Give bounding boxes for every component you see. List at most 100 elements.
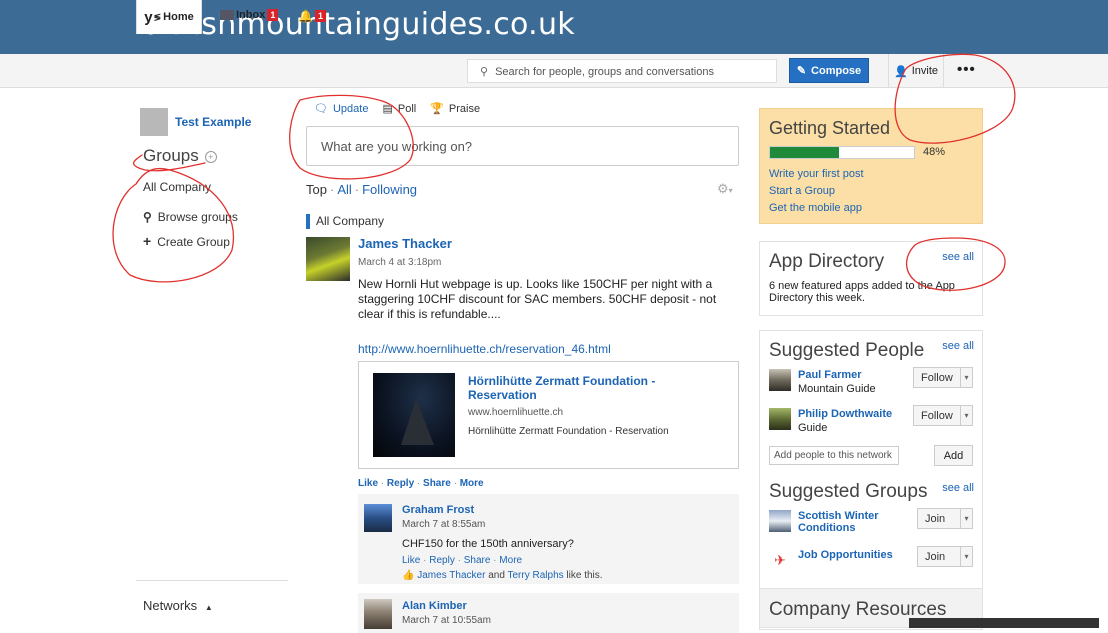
bell-icon: 🔔 <box>298 9 313 23</box>
nav-notifications[interactable]: 🔔 1 <box>298 9 326 23</box>
more-action[interactable]: More <box>460 478 484 489</box>
reply-action[interactable]: Reply <box>387 478 414 489</box>
liker-link[interactable]: Terry Ralphs <box>508 570 564 581</box>
follow-button[interactable]: Follow ▾ <box>913 367 973 388</box>
job-opportunities-icon[interactable]: ✈ <box>769 549 791 571</box>
groups-heading: Groups + <box>143 146 217 166</box>
tab-update[interactable]: 🗨 Update <box>314 102 369 116</box>
group-name[interactable]: Job Opportunities <box>798 549 893 561</box>
user-name-link[interactable]: Test Example <box>175 115 251 129</box>
reply-author-avatar[interactable] <box>364 504 392 532</box>
join-button[interactable]: Join ▾ <box>917 508 973 529</box>
follow-button[interactable]: Follow ▾ <box>913 405 973 426</box>
more-menu-button[interactable]: ••• <box>957 61 976 78</box>
like-action[interactable]: Like <box>358 478 378 489</box>
inbox-badge: 1 <box>267 9 279 21</box>
share-action[interactable]: Share <box>423 478 451 489</box>
caret-up-icon: ▲ <box>204 603 213 612</box>
reply-reply-action[interactable]: Reply <box>429 555 455 566</box>
app-directory-card: App Directory see all 6 new featured app… <box>759 241 983 316</box>
poll-icon: ▤ <box>382 103 393 115</box>
write-first-post-link[interactable]: Write your first post <box>769 168 864 180</box>
reply-author-name[interactable]: Graham Frost <box>402 504 474 516</box>
nav-home[interactable]: y ≶ Home <box>136 0 202 34</box>
reply-body: CHF150 for the 150th anniversary? <box>402 538 574 550</box>
person-avatar[interactable] <box>769 408 791 430</box>
suggested-people-see-all[interactable]: see all <box>942 340 974 352</box>
add-people-input[interactable]: Add people to this network <box>769 446 899 465</box>
person-name[interactable]: Philip Dowthwaite <box>798 408 892 420</box>
likes-suffix: like this. <box>566 570 603 581</box>
search-input[interactable]: ⚲ Search for people, groups and conversat… <box>467 59 777 83</box>
chevron-down-icon[interactable]: ▾ <box>960 368 972 387</box>
reply-author-avatar[interactable] <box>364 599 392 629</box>
app-directory-see-all[interactable]: see all <box>942 251 974 263</box>
post-timestamp[interactable]: March 4 at 3:18pm <box>358 257 441 268</box>
networks-toggle[interactable]: Networks ▲ <box>143 598 213 613</box>
reply-more-action[interactable]: More <box>499 555 522 566</box>
join-label: Join <box>925 550 946 563</box>
post-body: New Hornli Hut webpage is up. Looks like… <box>358 277 717 321</box>
sidebar-divider <box>136 580 288 581</box>
post-link[interactable]: http://www.hoernlihuette.ch/reservation_… <box>358 342 611 356</box>
filter-top[interactable]: Top <box>306 182 327 197</box>
reply-author-name[interactable]: Alan Kimber <box>402 600 467 612</box>
post-composer-input[interactable]: What are you working on? <box>306 126 739 166</box>
reply-share-action[interactable]: Share <box>464 555 491 566</box>
filter-all[interactable]: All <box>337 182 351 197</box>
add-people-button[interactable]: Add <box>934 445 973 466</box>
nav-inbox[interactable]: Inbox 1 <box>220 9 279 21</box>
compose-icon: ✎ <box>796 65 807 77</box>
site-title: britishmountainguides.co.uk <box>140 7 575 42</box>
suggested-groups-see-all[interactable]: see all <box>942 482 974 494</box>
plus-icon: + <box>143 233 152 249</box>
feed-settings-gear-icon[interactable]: ⚙▾ <box>717 181 733 197</box>
user-avatar[interactable] <box>140 108 168 136</box>
tab-praise[interactable]: 🏆 Praise <box>430 102 480 116</box>
chevron-down-icon[interactable]: ▾ <box>960 547 972 566</box>
reply-timestamp[interactable]: March 7 at 10:55am <box>402 615 491 626</box>
liker-link[interactable]: James Thacker <box>417 570 485 581</box>
post-author-avatar[interactable] <box>306 237 350 281</box>
filter-following[interactable]: Following <box>362 182 417 197</box>
likes-and: and <box>488 570 505 581</box>
speech-bubble-icon: 🗨 <box>314 103 328 115</box>
nav-home-label: Home <box>163 11 194 23</box>
link-preview-card[interactable]: Hörnlihütte Zermatt Foundation - Reserva… <box>358 361 739 469</box>
chevron-down-icon[interactable]: ▾ <box>960 406 972 425</box>
search-placeholder: Search for people, groups and conversati… <box>495 66 714 78</box>
person-name[interactable]: Paul Farmer <box>798 369 862 381</box>
suggested-groups-title: Suggested Groups <box>769 481 928 502</box>
get-mobile-app-link[interactable]: Get the mobile app <box>769 202 862 214</box>
link-preview-description: Hörnlihütte Zermatt Foundation - Reserva… <box>468 426 669 437</box>
create-group-link[interactable]: + Create Group <box>143 233 230 249</box>
thumbs-up-icon: 👍 <box>402 570 415 581</box>
tab-update-label: Update <box>332 102 369 115</box>
group-avatar[interactable] <box>769 510 791 532</box>
person-avatar[interactable] <box>769 369 791 391</box>
suggested-people-card: Suggested People see all Paul Farmer Mou… <box>759 330 983 630</box>
sidebar-item-all-company[interactable]: All Company <box>143 180 211 194</box>
follow-label: Follow <box>921 371 953 384</box>
join-button[interactable]: Join ▾ <box>917 546 973 567</box>
tab-poll-label: Poll <box>397 102 417 115</box>
tab-poll[interactable]: ▤ Poll <box>382 102 417 116</box>
feed-group-label[interactable]: All Company <box>306 214 384 229</box>
reply-timestamp[interactable]: March 7 at 8:55am <box>402 519 485 530</box>
invite-button[interactable]: 👤 Invite <box>888 54 944 88</box>
reply-like-action[interactable]: Like <box>402 555 420 566</box>
post-author-name[interactable]: James Thacker <box>358 236 452 251</box>
getting-started-progress-bar <box>769 146 915 159</box>
person-role: Guide <box>798 422 828 434</box>
add-group-icon[interactable]: + <box>204 150 217 163</box>
link-preview-title[interactable]: Hörnlihütte Zermatt Foundation - Reserva… <box>468 374 688 402</box>
start-group-link[interactable]: Start a Group <box>769 185 835 197</box>
group-name[interactable]: Scottish Winter Conditions <box>798 510 898 534</box>
chevron-down-icon[interactable]: ▾ <box>960 509 972 528</box>
trophy-icon: 🏆 <box>430 103 444 115</box>
compose-button[interactable]: ✎ Compose <box>789 58 869 83</box>
browse-groups-link[interactable]: ⚲ Browse groups <box>143 210 238 224</box>
yammer-logo-icon: y <box>144 8 153 26</box>
suggested-people-title: Suggested People <box>769 340 925 361</box>
progress-fill <box>770 147 840 158</box>
